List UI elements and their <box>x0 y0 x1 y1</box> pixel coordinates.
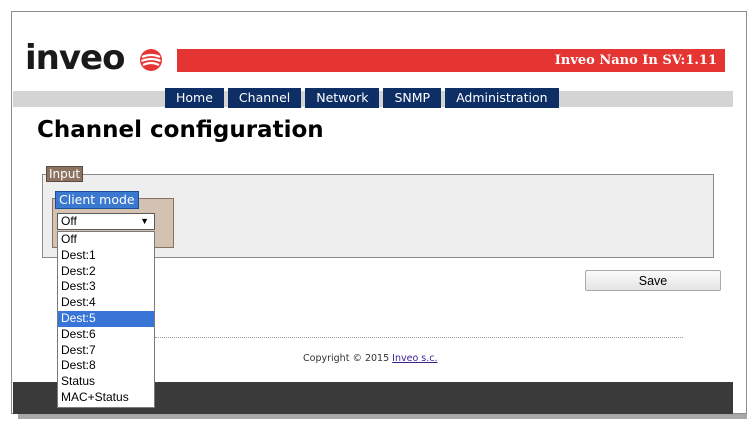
nav-tab-home[interactable]: Home <box>165 88 224 108</box>
dropdown-option-dest-5[interactable]: Dest:5 <box>58 310 154 327</box>
client-mode-selected-value: Off <box>61 214 77 228</box>
input-legend: Input <box>46 166 84 182</box>
triangle-down-icon[interactable]: ▼ <box>140 214 149 229</box>
dropdown-option-dest-8[interactable]: Dest:8 <box>58 358 154 374</box>
nav-tab-administration[interactable]: Administration <box>445 88 559 108</box>
nav-tab-channel[interactable]: Channel <box>227 88 302 108</box>
client-mode-select[interactable]: Off ▼ <box>57 213 155 230</box>
dropdown-option-dest-2[interactable]: Dest:2 <box>58 264 154 280</box>
dropdown-option-dest-3[interactable]: Dest:3 <box>58 279 154 295</box>
dropdown-option-status[interactable]: Status <box>58 374 154 390</box>
device-title: Inveo Nano In SV:1.11 <box>554 53 717 68</box>
nav-tab-network[interactable]: Network <box>305 88 380 108</box>
company-link[interactable]: Inveo s.c. <box>392 353 437 364</box>
main-navigation: Home Channel Network SNMP Administration <box>165 88 563 108</box>
client-mode-legend: Client mode <box>55 191 139 209</box>
footer-divider <box>155 337 683 338</box>
nav-tab-snmp[interactable]: SNMP <box>383 88 442 108</box>
copyright-text: Copyright © 2015 <box>303 353 390 364</box>
save-button[interactable]: Save <box>585 270 721 291</box>
header-bar: Inveo Nano In SV:1.11 <box>177 49 725 72</box>
dropdown-option-dest-1[interactable]: Dest:1 <box>58 248 154 264</box>
frame-shadow <box>18 414 747 419</box>
inveo-logo-icon <box>140 49 162 71</box>
dropdown-option-dest-6[interactable]: Dest:6 <box>58 327 154 343</box>
dropdown-option-mac-status[interactable]: MAC+Status <box>58 390 154 406</box>
dropdown-option-dest-7[interactable]: Dest:7 <box>58 343 154 359</box>
client-mode-dropdown-list: Off Dest:1 Dest:2 Dest:3 Dest:4 Dest:5 D… <box>57 231 155 408</box>
dropdown-option-dest-4[interactable]: Dest:4 <box>58 295 154 311</box>
dropdown-option-off[interactable]: Off <box>58 232 154 248</box>
logo-text: inveo <box>25 38 125 78</box>
copyright-notice: Copyright © 2015 Inveo s.c. <box>303 353 438 364</box>
page-title: Channel configuration <box>37 117 324 143</box>
